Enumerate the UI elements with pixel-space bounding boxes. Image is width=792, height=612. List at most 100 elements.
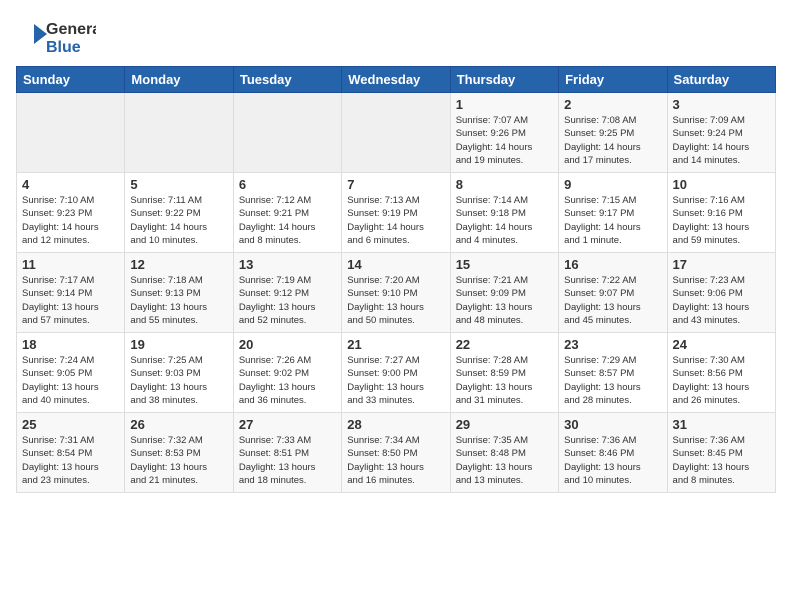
svg-text:General: General	[46, 21, 96, 38]
day-number: 13	[239, 257, 336, 272]
calendar-header-sunday: Sunday	[17, 67, 125, 93]
calendar-cell: 1 Sunrise: 7:07 AMSunset: 9:26 PMDaylight…	[450, 93, 558, 173]
calendar-header-tuesday: Tuesday	[233, 67, 341, 93]
calendar-cell: 2Sunrise: 7:08 AMSunset: 9:25 PMDaylight…	[559, 93, 667, 173]
day-info: Sunrise: 7:11 AMSunset: 9:22 PMDaylight:…	[130, 194, 227, 247]
day-number: 5	[130, 177, 227, 192]
calendar-cell	[125, 93, 233, 173]
calendar-table: SundayMondayTuesdayWednesdayThursdayFrid…	[16, 66, 776, 493]
calendar-cell: 24 Sunrise: 7:30 AMSunset: 8:56 PMDayligh…	[667, 333, 775, 413]
day-number: 7	[347, 177, 444, 192]
day-info: Sunrise: 7:09 AMSunset: 9:24 PMDaylight:…	[673, 114, 770, 167]
calendar-cell: 19 Sunrise: 7:25 AMSunset: 9:03 PMDayligh…	[125, 333, 233, 413]
calendar-cell: 17 Sunrise: 7:23 AMSunset: 9:06 PMDayligh…	[667, 253, 775, 333]
calendar-cell: 28 Sunrise: 7:34 AMSunset: 8:50 PMDayligh…	[342, 413, 450, 493]
calendar-cell: 23Sunrise: 7:29 AMSunset: 8:57 PMDayligh…	[559, 333, 667, 413]
day-info: Sunrise: 7:25 AMSunset: 9:03 PMDaylight:…	[130, 354, 227, 407]
day-number: 16	[564, 257, 661, 272]
day-info: Sunrise: 7:27 AMSunset: 9:00 PMDaylight:…	[347, 354, 444, 407]
day-info: Sunrise: 7:31 AMSunset: 8:54 PMDaylight:…	[22, 434, 119, 487]
calendar-cell: 11 Sunrise: 7:17 AMSunset: 9:14 PMDayligh…	[17, 253, 125, 333]
day-info: Sunrise: 7:19 AMSunset: 9:12 PMDaylight:…	[239, 274, 336, 327]
day-number: 12	[130, 257, 227, 272]
calendar-week-row: 1 Sunrise: 7:07 AMSunset: 9:26 PMDaylight…	[17, 93, 776, 173]
header-section: GeneralBlue	[16, 16, 776, 56]
calendar-week-row: 4Sunrise: 7:10 AMSunset: 9:23 PMDaylight…	[17, 173, 776, 253]
day-number: 1	[456, 97, 553, 112]
day-number: 30	[564, 417, 661, 432]
day-info: Sunrise: 7:07 AMSunset: 9:26 PMDaylight:…	[456, 114, 553, 167]
day-info: Sunrise: 7:32 AMSunset: 8:53 PMDaylight:…	[130, 434, 227, 487]
day-info: Sunrise: 7:30 AMSunset: 8:56 PMDaylight:…	[673, 354, 770, 407]
day-number: 28	[347, 417, 444, 432]
day-info: Sunrise: 7:18 AMSunset: 9:13 PMDaylight:…	[130, 274, 227, 327]
calendar-cell: 26 Sunrise: 7:32 AMSunset: 8:53 PMDayligh…	[125, 413, 233, 493]
day-number: 18	[22, 337, 119, 352]
day-number: 11	[22, 257, 119, 272]
logo-svg: GeneralBlue	[16, 16, 96, 56]
day-info: Sunrise: 7:12 AMSunset: 9:21 PMDaylight:…	[239, 194, 336, 247]
calendar-cell: 6 Sunrise: 7:12 AMSunset: 9:21 PMDaylight…	[233, 173, 341, 253]
calendar-header-monday: Monday	[125, 67, 233, 93]
calendar-cell: 9Sunrise: 7:15 AMSunset: 9:17 PMDaylight…	[559, 173, 667, 253]
calendar-cell: 12 Sunrise: 7:18 AMSunset: 9:13 PMDayligh…	[125, 253, 233, 333]
day-number: 8	[456, 177, 553, 192]
day-info: Sunrise: 7:36 AMSunset: 8:46 PMDaylight:…	[564, 434, 661, 487]
day-info: Sunrise: 7:35 AMSunset: 8:48 PMDaylight:…	[456, 434, 553, 487]
calendar-cell	[342, 93, 450, 173]
calendar-header-wednesday: Wednesday	[342, 67, 450, 93]
calendar-cell: 3 Sunrise: 7:09 AMSunset: 9:24 PMDaylight…	[667, 93, 775, 173]
day-info: Sunrise: 7:21 AMSunset: 9:09 PMDaylight:…	[456, 274, 553, 327]
calendar-cell: 16 Sunrise: 7:22 AMSunset: 9:07 PMDayligh…	[559, 253, 667, 333]
day-info: Sunrise: 7:36 AMSunset: 8:45 PMDaylight:…	[673, 434, 770, 487]
calendar-cell: 21 Sunrise: 7:27 AMSunset: 9:00 PMDayligh…	[342, 333, 450, 413]
day-number: 26	[130, 417, 227, 432]
calendar-cell: 30 Sunrise: 7:36 AMSunset: 8:46 PMDayligh…	[559, 413, 667, 493]
calendar-week-row: 11 Sunrise: 7:17 AMSunset: 9:14 PMDayligh…	[17, 253, 776, 333]
calendar-cell: 10Sunrise: 7:16 AMSunset: 9:16 PMDayligh…	[667, 173, 775, 253]
calendar-cell: 27 Sunrise: 7:33 AMSunset: 8:51 PMDayligh…	[233, 413, 341, 493]
day-number: 6	[239, 177, 336, 192]
day-number: 17	[673, 257, 770, 272]
day-number: 21	[347, 337, 444, 352]
day-number: 19	[130, 337, 227, 352]
calendar-cell: 14Sunrise: 7:20 AMSunset: 9:10 PMDayligh…	[342, 253, 450, 333]
day-info: Sunrise: 7:24 AMSunset: 9:05 PMDaylight:…	[22, 354, 119, 407]
day-info: Sunrise: 7:17 AMSunset: 9:14 PMDaylight:…	[22, 274, 119, 327]
day-number: 10	[673, 177, 770, 192]
day-number: 29	[456, 417, 553, 432]
day-number: 27	[239, 417, 336, 432]
day-number: 22	[456, 337, 553, 352]
calendar-cell: 29 Sunrise: 7:35 AMSunset: 8:48 PMDayligh…	[450, 413, 558, 493]
day-number: 20	[239, 337, 336, 352]
calendar-cell: 13 Sunrise: 7:19 AMSunset: 9:12 PMDayligh…	[233, 253, 341, 333]
day-number: 25	[22, 417, 119, 432]
calendar-header-friday: Friday	[559, 67, 667, 93]
calendar-cell: 8Sunrise: 7:14 AMSunset: 9:18 PMDaylight…	[450, 173, 558, 253]
calendar-week-row: 18 Sunrise: 7:24 AMSunset: 9:05 PMDayligh…	[17, 333, 776, 413]
calendar-cell: 7Sunrise: 7:13 AMSunset: 9:19 PMDaylight…	[342, 173, 450, 253]
day-info: Sunrise: 7:29 AMSunset: 8:57 PMDaylight:…	[564, 354, 661, 407]
calendar-header-saturday: Saturday	[667, 67, 775, 93]
day-info: Sunrise: 7:22 AMSunset: 9:07 PMDaylight:…	[564, 274, 661, 327]
svg-text:Blue: Blue	[46, 39, 81, 56]
day-number: 4	[22, 177, 119, 192]
logo: GeneralBlue	[16, 16, 96, 56]
day-info: Sunrise: 7:28 AMSunset: 8:59 PMDaylight:…	[456, 354, 553, 407]
day-info: Sunrise: 7:26 AMSunset: 9:02 PMDaylight:…	[239, 354, 336, 407]
page-container: GeneralBlue SundayMondayTuesdayWednesday…	[0, 0, 792, 501]
calendar-cell	[233, 93, 341, 173]
day-number: 24	[673, 337, 770, 352]
day-info: Sunrise: 7:34 AMSunset: 8:50 PMDaylight:…	[347, 434, 444, 487]
day-info: Sunrise: 7:15 AMSunset: 9:17 PMDaylight:…	[564, 194, 661, 247]
calendar-cell: 20 Sunrise: 7:26 AMSunset: 9:02 PMDayligh…	[233, 333, 341, 413]
calendar-cell: 22 Sunrise: 7:28 AMSunset: 8:59 PMDayligh…	[450, 333, 558, 413]
day-number: 15	[456, 257, 553, 272]
calendar-cell: 4Sunrise: 7:10 AMSunset: 9:23 PMDaylight…	[17, 173, 125, 253]
day-number: 31	[673, 417, 770, 432]
day-info: Sunrise: 7:23 AMSunset: 9:06 PMDaylight:…	[673, 274, 770, 327]
calendar-week-row: 25 Sunrise: 7:31 AMSunset: 8:54 PMDayligh…	[17, 413, 776, 493]
calendar-cell	[17, 93, 125, 173]
day-number: 3	[673, 97, 770, 112]
day-info: Sunrise: 7:33 AMSunset: 8:51 PMDaylight:…	[239, 434, 336, 487]
